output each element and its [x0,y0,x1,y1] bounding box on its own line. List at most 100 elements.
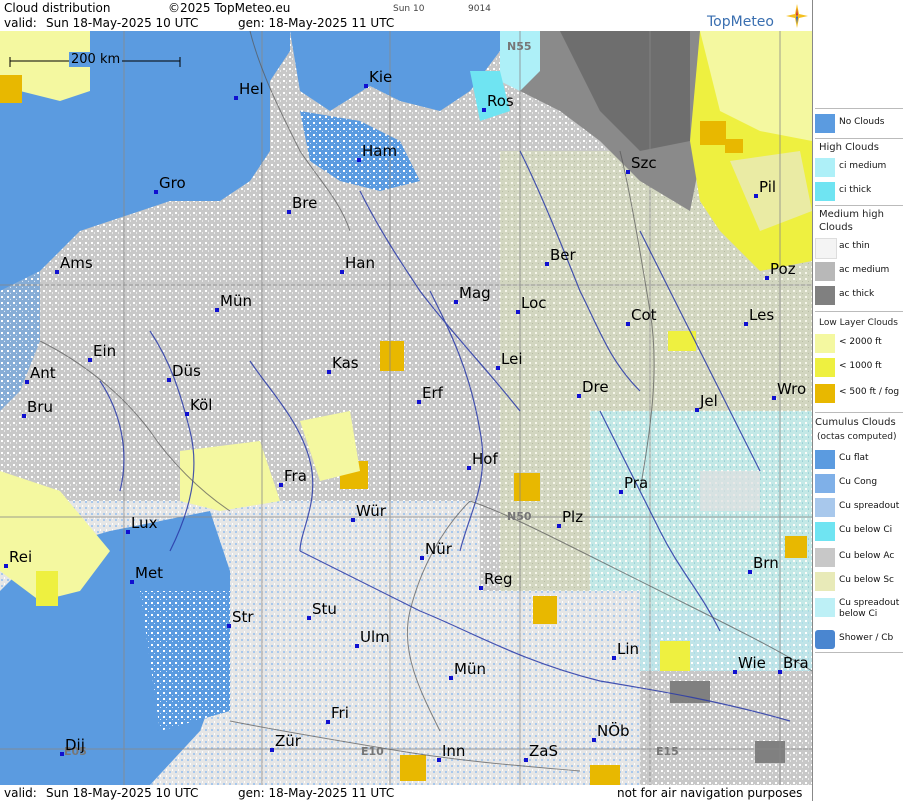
city-dot [355,644,359,648]
legend-cu-spreadout: Cu spreadout [815,496,903,518]
cu-below-ci-label: Cu below Ci [839,525,893,535]
legend-panel: No Clouds High Clouds ci medium ci thick… [812,0,904,801]
low-1000-swatch [815,358,835,377]
high-clouds-header: High Clouds [819,142,879,153]
legend-cu-below-sc: Cu below Sc [815,570,903,592]
ci-medium-swatch [815,158,835,177]
lon-label-e15: E15 [656,745,679,758]
run-code: 9014 [468,4,491,14]
map-title: Cloud distribution [4,1,111,15]
city-dot [25,380,29,384]
cumulus-subheader: (octas computed) [817,432,897,442]
legend-low-1000: < 1000 ft [815,356,903,378]
medium-clouds-header-2: Clouds [819,222,853,233]
cu-below-ac-swatch [815,548,835,567]
cu-below-sc-label: Cu below Sc [839,575,894,585]
header-bar: Cloud distribution ©2025 TopMeteo.eu Sun… [0,0,812,31]
cloud-map[interactable]: 200 km N55 N50 E05 E10 E15 Hel Kie Ros Ham S… [0,31,812,785]
topmeteo-logo: TopMeteo [707,14,774,30]
city-dot [765,276,769,280]
city-dot [454,300,458,304]
shower-swatch [815,630,835,649]
city-label: Lin [617,640,640,658]
city-label: Dre [582,378,609,396]
compass-star-icon [786,4,808,28]
legend-ac-medium: ac medium [815,260,903,282]
city-dot [612,656,616,660]
city-dot [744,322,748,326]
city-label: Nür [425,540,452,558]
city-label: Les [749,306,775,324]
city-dot [130,580,134,584]
city-dot [357,158,361,162]
city-label: Ham [362,142,398,160]
city-label: Gro [159,174,186,192]
city-label: Ber [550,246,576,264]
cu-spread-below-ci-label-2: below Ci [839,609,878,619]
cu-spreadout-label: Cu spreadout [839,501,900,511]
city-dot [772,396,776,400]
legend-no-clouds: No Clouds [815,112,903,134]
city-dot [695,408,699,412]
city-dot [326,720,330,724]
city-label: Wür [356,502,386,520]
legend-low-500: < 500 ft / fog [815,382,903,404]
scale-label: 200 km [69,52,123,67]
ac-thick-swatch [815,286,835,305]
city-dot [167,378,171,382]
city-label: Zür [275,732,301,750]
city-dot [420,556,424,560]
legend-ci-medium: ci medium [815,156,903,178]
city-dot [516,310,520,314]
cu-below-ci-swatch [815,522,835,541]
city-label: Lei [501,350,523,368]
ac-medium-label: ac medium [839,265,890,275]
cumulus-header: Cumulus Clouds [815,417,896,428]
footer-generated-time: gen: 18-May-2025 11 UTC [238,786,395,800]
city-label: Hof [472,450,498,468]
city-dot [545,262,549,266]
low-500-label: < 500 ft / fog [839,387,900,397]
footer-bar: valid: Sun 18-May-2025 10 UTC gen: 18-Ma… [0,785,812,801]
city-dot [482,108,486,112]
lat-label-n50: N50 [507,510,532,523]
city-label: Bra [783,654,809,672]
city-label: Jel [700,392,718,410]
valid-time: Sun 18-May-2025 10 UTC [46,16,199,30]
cu-spreadout-swatch [815,498,835,517]
city-label: Ams [60,254,93,272]
low-2000-swatch [815,334,835,353]
city-dot [626,170,630,174]
city-label: Mün [220,292,252,310]
valid-label: valid: [4,16,37,30]
city-label: Ros [487,92,514,110]
city-dot [4,564,8,568]
city-dot [154,190,158,194]
cu-cong-swatch [815,474,835,493]
city-dot [733,670,737,674]
city-label: Erf [422,384,443,402]
city-label: Kas [332,354,359,372]
ac-thick-label: ac thick [839,289,875,299]
city-dot [748,570,752,574]
city-dot [467,466,471,470]
low-1000-label: < 1000 ft [839,361,882,371]
city-label: Wro [777,380,807,398]
ac-medium-swatch [815,262,835,281]
copyright: ©2025 TopMeteo.eu [168,1,291,15]
city-label: Han [345,254,375,272]
city-label: Hel [239,80,264,98]
city-label: Pra [624,474,649,492]
city-label: Ulm [360,628,390,646]
city-label: ZaS [529,742,558,760]
city-label: Met [135,564,164,582]
legend-cu-flat: Cu flat [815,448,903,470]
ci-medium-label: ci medium [839,161,887,171]
city-dot [778,670,782,674]
city-dot [215,308,219,312]
city-dot [524,758,528,762]
no-clouds-label: No Clouds [839,117,885,127]
city-label: Rei [9,548,33,566]
cu-below-ac-label: Cu below Ac [839,551,895,561]
city-label: Kie [369,68,393,86]
